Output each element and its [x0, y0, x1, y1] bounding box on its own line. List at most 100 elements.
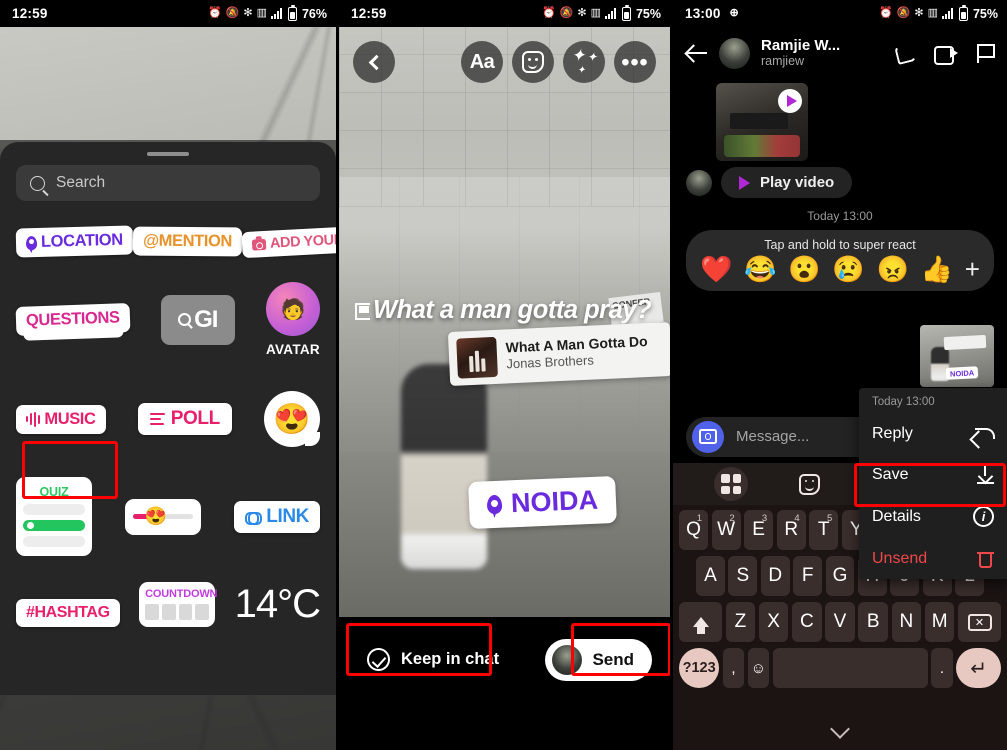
play-video-button[interactable]: Play video: [721, 167, 853, 198]
back-icon[interactable]: [686, 42, 708, 64]
comma-key[interactable]: ,: [722, 648, 745, 688]
context-menu-item-unsend[interactable]: Unsend: [859, 538, 1007, 579]
avatar[interactable]: [719, 37, 750, 69]
sticker-grid: LOCATION @MENTION ADD YOURS QUESTIONS GI…: [15, 225, 336, 627]
context-menu-timestamp: Today 13:00: [872, 396, 935, 408]
context-menu-item-details[interactable]: Details i: [859, 495, 1007, 538]
key-b[interactable]: B: [858, 602, 889, 642]
backspace-icon: ✕: [967, 613, 992, 631]
effects-tool-button[interactable]: ✦ ✦ ✦: [563, 41, 605, 83]
sheet-grabber[interactable]: [147, 152, 189, 156]
countdown-cells: [145, 604, 210, 620]
sticker-emoji-reaction[interactable]: 😍: [264, 391, 320, 447]
status-time: 12:59: [351, 6, 387, 21]
hide-keyboard-button[interactable]: [673, 714, 1007, 750]
keyboard-row-4: ?123 , ☺ . ↵: [676, 648, 1004, 688]
sticker-quiz[interactable]: QUIZ: [16, 477, 92, 556]
reaction-wow[interactable]: 😮: [788, 256, 820, 282]
sticker-music[interactable]: MUSIC: [16, 404, 106, 434]
key-w[interactable]: 2W: [711, 510, 741, 550]
panel-story-editor: CONFER 12:59 ⏰ 🔕 ✻ ▥ 75% Aa ✦ ✦ ✦ ••• Wh…: [336, 0, 673, 750]
flag-icon[interactable]: [977, 43, 995, 63]
text-tool-label: Aa: [469, 50, 495, 73]
bluetooth-icon: ✻: [243, 7, 253, 19]
context-menu-item-save[interactable]: Save: [859, 454, 1007, 495]
key-a[interactable]: A: [696, 556, 725, 596]
sticker-location[interactable]: LOCATION: [15, 225, 134, 258]
location-sticker[interactable]: NOIDA: [468, 475, 617, 530]
period-key[interactable]: .: [931, 648, 953, 688]
status-time: 13:00: [685, 6, 721, 21]
super-react-caption: Tap and hold to super react: [764, 238, 916, 252]
key-e[interactable]: 3E: [744, 510, 774, 550]
contact-name-block[interactable]: Ramjie W... ramjiew: [761, 37, 885, 69]
key-c[interactable]: C: [791, 602, 822, 642]
enter-key[interactable]: ↵: [956, 648, 1001, 688]
context-menu-item-reply[interactable]: Reply: [859, 414, 1007, 454]
sticker-mention[interactable]: @MENTION: [132, 226, 242, 257]
keep-in-chat-label: Keep in chat: [401, 650, 500, 668]
sticker-add-yours[interactable]: ADD YOURS: [241, 225, 336, 258]
reaction-heart[interactable]: ❤️: [700, 256, 732, 282]
sticker-avatar[interactable]: 🧑 AVATAR: [266, 282, 320, 357]
alarm-icon: ⏰: [207, 7, 222, 19]
quiz-option: [23, 504, 85, 515]
panel-direct-message: 13:00 ⊕ ⏰ 🔕 ✻ ▥ 75% Ramjie W... ramjiew: [673, 0, 1007, 750]
reaction-angry[interactable]: 😠: [877, 256, 909, 282]
key-x[interactable]: X: [758, 602, 789, 642]
reaction-sad[interactable]: 😢: [832, 256, 864, 282]
sticker-hashtag[interactable]: #HASHTAG: [16, 599, 120, 627]
sticker-questions[interactable]: QUESTIONS: [15, 303, 131, 336]
contact-username: ramjiew: [761, 54, 805, 69]
key-g[interactable]: G: [825, 556, 855, 596]
battery-label: 75%: [635, 6, 661, 21]
key-n[interactable]: N: [891, 602, 922, 642]
symbols-key[interactable]: ?123: [679, 648, 720, 688]
back-button[interactable]: [353, 41, 395, 83]
sticker-countdown[interactable]: COUNTDOWN: [139, 582, 217, 627]
sticker-temperature[interactable]: 14°C: [235, 582, 321, 627]
sticker-tool-button[interactable]: [512, 41, 554, 83]
signal-icon: [270, 8, 284, 19]
story-text-overlay[interactable]: What a man gotta pray?: [355, 296, 660, 325]
backspace-key[interactable]: ✕: [957, 602, 1002, 642]
sticker-poll[interactable]: POLL: [137, 403, 232, 435]
link-icon: [245, 510, 263, 525]
sticker-link[interactable]: LINK: [234, 500, 320, 533]
key-z[interactable]: Z: [725, 602, 756, 642]
signal-icon: [941, 8, 955, 19]
sticker-icon[interactable]: [799, 473, 821, 495]
send-button[interactable]: Send: [545, 638, 652, 681]
key-m[interactable]: M: [924, 602, 955, 642]
sent-story-thumbnail[interactable]: NOIDA: [920, 325, 994, 387]
reaction-laugh[interactable]: 😂: [744, 256, 776, 282]
key-v[interactable]: V: [825, 602, 855, 642]
video-message-thumbnail[interactable]: [716, 83, 808, 161]
more-options-button[interactable]: •••: [614, 41, 656, 83]
key-r[interactable]: 4R: [776, 510, 806, 550]
search-placeholder: Search: [56, 174, 106, 191]
key-s[interactable]: S: [728, 556, 758, 596]
keep-in-chat-button[interactable]: Keep in chat: [357, 640, 509, 679]
key-d[interactable]: D: [760, 556, 790, 596]
music-sticker[interactable]: What A Man Gotta Do Jonas Brothers: [447, 321, 670, 387]
video-call-icon[interactable]: [934, 45, 958, 65]
text-tool-button[interactable]: Aa: [461, 41, 503, 83]
camera-icon[interactable]: [692, 420, 724, 453]
key-t[interactable]: 5T: [809, 510, 839, 550]
space-key[interactable]: [772, 648, 928, 688]
search-input[interactable]: Search: [16, 165, 320, 201]
music-wave-icon: [26, 411, 41, 427]
key-q[interactable]: 1Q: [679, 510, 709, 550]
reaction-thumbsup[interactable]: 👍: [921, 256, 953, 282]
add-reaction-button[interactable]: +: [965, 256, 980, 282]
status-bar-3: 13:00 ⊕ ⏰ 🔕 ✻ ▥ 75%: [673, 0, 1007, 27]
emoji-key[interactable]: ☺: [747, 648, 770, 688]
sticker-emoji-slider[interactable]: 😍: [125, 498, 202, 535]
key-f[interactable]: F: [793, 556, 823, 596]
sticker-gif[interactable]: GI: [160, 294, 235, 345]
call-icon[interactable]: [893, 41, 918, 65]
keyboard-grid-button[interactable]: [714, 467, 749, 501]
avatar: [552, 644, 583, 675]
shift-key[interactable]: [678, 602, 723, 642]
